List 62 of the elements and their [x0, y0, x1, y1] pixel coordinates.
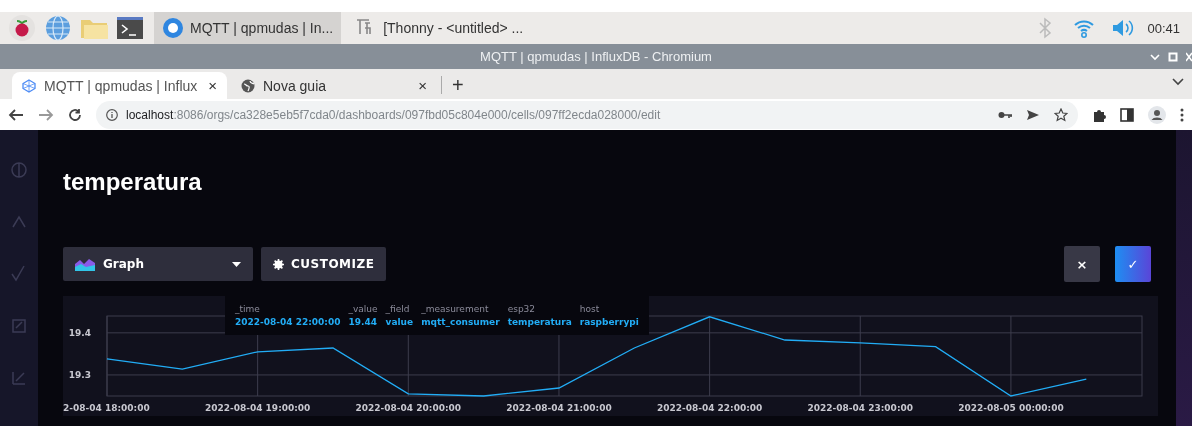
address-bar[interactable]: localhost:8086/orgs/ca328e5eb5f7cda0/dashboards/097fbd05c804e000/cells/097ff2ecda028000/edit	[96, 100, 1078, 129]
star-icon	[1054, 107, 1068, 122]
side-panel-icon	[1120, 107, 1134, 122]
more-icon	[1180, 107, 1184, 122]
x-axis-label: 2-08-04 18:00:00	[63, 403, 150, 413]
taskbar-button[interactable]: MQTT | qpmudas | In...	[154, 12, 342, 44]
x-axis-label: 2022-08-04 19:00:00	[204, 403, 311, 413]
tooltip-label: _measurement	[421, 304, 490, 314]
tooltip-value: value	[385, 317, 414, 327]
chevron-down-icon	[1172, 78, 1184, 86]
y-axis-label: 19.3	[68, 369, 91, 380]
customize-button[interactable]: CUSTOMIZE	[261, 247, 387, 281]
browser-icon	[162, 17, 184, 39]
terminal-icon	[116, 14, 144, 42]
edit-icon	[9, 316, 29, 336]
bluetooth-icon	[1037, 17, 1054, 39]
browser-tab[interactable]: MQTT | qpmudas | Influx ×	[12, 72, 227, 99]
forward-icon	[38, 107, 54, 122]
back-icon	[8, 107, 24, 122]
tooltip-value: 19.44	[348, 317, 378, 327]
browser-tab[interactable]: Nova guia ×	[231, 72, 437, 99]
wifi-icon	[1073, 17, 1096, 39]
tooltip-label: _field	[385, 304, 411, 314]
caret-icon	[232, 261, 241, 267]
tooltip-value: raspberrypi	[579, 317, 639, 327]
tooltip-label: esp32	[507, 304, 537, 314]
graph-icon	[75, 257, 95, 271]
x-axis-label: 2022-08-04 21:00:00	[506, 403, 612, 413]
gear-icon	[273, 258, 284, 270]
x-axis-label: 2022-08-04 23:00:00	[807, 403, 913, 413]
puzzle-icon	[1092, 107, 1106, 122]
clock: 00:41	[1147, 20, 1180, 36]
x-axis-label: 2022-08-04 20:00:00	[355, 403, 462, 413]
tooltip-value: temperatura	[507, 317, 572, 327]
close-icon	[1186, 51, 1192, 62]
y-axis-label: 19.4	[68, 327, 91, 338]
tooltip-label: _value	[348, 304, 378, 314]
close-tab-button[interactable]: ×	[208, 77, 217, 94]
cell-title: temperatura	[63, 168, 203, 197]
profile-icon	[1148, 105, 1166, 124]
x-axis-label: 2022-08-05 00:00:00	[958, 403, 1064, 413]
globe-icon	[44, 14, 72, 42]
confirm-button[interactable]: ✓	[1115, 246, 1151, 282]
visualization-dropdown[interactable]: Graph	[63, 247, 253, 281]
new-tab-button[interactable]: +	[441, 76, 470, 94]
x-axis-label: 2022-08-04 22:00:00	[656, 403, 763, 413]
minimize-icon	[1150, 51, 1160, 62]
key-icon	[998, 109, 1012, 120]
reload-icon	[68, 107, 82, 122]
cancel-button[interactable]: ×	[1064, 246, 1100, 282]
maximize-icon	[1168, 51, 1178, 62]
info-icon	[106, 108, 118, 121]
tooltip-label: host	[579, 304, 601, 314]
close-tab-button[interactable]: ×	[418, 77, 427, 94]
tooltip-label: _time	[235, 304, 261, 314]
send-icon	[1026, 108, 1040, 121]
volume-icon	[1111, 17, 1136, 39]
taskbar-button[interactable]: [Thonny - <untitled> ...	[347, 12, 532, 44]
tooltip-value: 2022-08-04 22:00:00	[235, 317, 341, 327]
globe-icon	[241, 78, 255, 93]
window-title: MQTT | qpmudas | InfluxDB - Chromium	[480, 49, 712, 64]
tooltip-value: mqtt_consumer	[421, 317, 500, 327]
